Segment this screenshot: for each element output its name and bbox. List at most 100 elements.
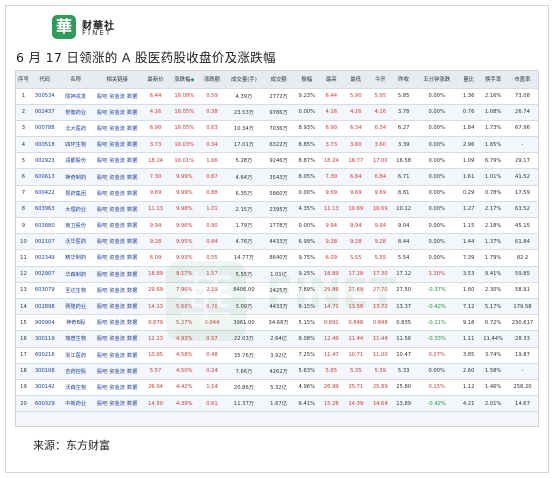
related-links-cell[interactable]: 股吧 资金流 数据 <box>92 217 142 235</box>
stock-code-cell[interactable]: 002349 <box>30 249 59 267</box>
stock-name-cell[interactable]: 赛隆药业 <box>58 298 93 316</box>
related-links-cell[interactable]: 股吧 资金流 数据 <box>92 298 142 316</box>
stock-code-cell[interactable]: 300534 <box>30 88 59 105</box>
stock-name-cell[interactable]: 中新药业 <box>58 395 93 413</box>
stock-code-cell[interactable]: 002437 <box>30 104 59 121</box>
stock-name-cell[interactable]: 华森制药 <box>58 266 93 283</box>
table-row[interactable]: 19 300142 沃森生物 股吧 资金流 数据 26.94 4.42% 1.14 20.86… <box>16 379 538 397</box>
related-links-cell[interactable]: 股吧 资金流 数据 <box>92 136 142 154</box>
stock-code-cell[interactable]: 000788 <box>30 120 59 138</box>
stock-code-cell[interactable]: 300119 <box>30 330 59 348</box>
stock-code-cell[interactable]: 300142 <box>30 379 59 397</box>
related-links-cell[interactable]: 股吧 资金流 数据 <box>92 330 142 348</box>
stock-code-cell[interactable]: 900904 <box>30 314 59 332</box>
stock-name-cell[interactable]: 沃华医药 <box>58 233 93 251</box>
table-row[interactable]: 17 600216 浙江医药 股吧 资金流 数据 10.95 4.58% 0.48 35.76… <box>16 347 538 364</box>
table-row[interactable]: 13 603079 圣达生物 股吧 资金流 数据 29.69 7.96% 2.19 8406.… <box>16 282 538 299</box>
stock-code-cell[interactable]: 002907 <box>30 266 59 283</box>
table-row[interactable]: 10 002107 沃华医药 股吧 资金流 数据 9.28 9.95% 0.84 4.76万 4… <box>16 233 538 251</box>
column-header[interactable]: 昨收 <box>391 71 416 89</box>
related-links-cell[interactable]: 股吧 资金流 数据 <box>92 168 142 186</box>
stock-name-cell[interactable]: 南卫股份 <box>58 217 93 235</box>
stock-code-cell[interactable]: 603880 <box>30 217 59 235</box>
stock-code-cell[interactable]: 603079 <box>30 282 59 299</box>
column-header[interactable]: 市盈率 <box>506 71 538 89</box>
table-row[interactable]: 6 600613 神奇制药 股吧 资金流 数据 7.30 9.99% 0.67 4.64万 35… <box>16 168 538 186</box>
column-header[interactable]: 换手率 <box>479 71 507 89</box>
related-links-cell[interactable]: 股吧 资金流 数据 <box>92 363 142 380</box>
stock-name-cell[interactable]: 誉衡药业 <box>58 104 93 121</box>
stock-code-cell[interactable]: 600329 <box>30 395 59 413</box>
related-links-cell[interactable]: 股吧 资金流 数据 <box>92 314 142 332</box>
table-row[interactable]: 12 002907 华森制药 股吧 资金流 数据 18.89 9.17% 1.57 5.55万… <box>16 266 538 283</box>
stock-name-cell[interactable]: 浙江医药 <box>58 347 93 364</box>
column-header[interactable]: 涨跌额 <box>199 71 225 89</box>
stock-name-cell[interactable]: 北大医药 <box>58 120 93 138</box>
related-links-cell[interactable]: 股吧 资金流 数据 <box>92 395 142 413</box>
stock-name-cell[interactable]: 润都股份 <box>58 152 93 170</box>
stock-name-cell[interactable]: 陇神戎发 <box>58 88 93 105</box>
stock-name-cell[interactable]: 神奇制药 <box>58 168 93 186</box>
stock-name-cell[interactable]: 四环生物 <box>58 136 93 154</box>
related-links-cell[interactable]: 股吧 资金流 数据 <box>92 88 142 105</box>
stock-code-cell[interactable]: 600216 <box>30 347 59 364</box>
stock-code-cell[interactable]: 600422 <box>30 185 59 202</box>
stock-code-cell[interactable]: 300108 <box>30 363 59 380</box>
table-row[interactable]: 20 600329 中新药业 股吧 资金流 数据 14.50 4.39% 0.61 11.37… <box>16 395 538 413</box>
stock-name-cell[interactable]: 神奇B股 <box>58 314 93 332</box>
stock-code-cell[interactable]: 002923 <box>30 152 59 170</box>
related-links-cell[interactable]: 股吧 资金流 数据 <box>92 233 142 251</box>
stock-name-cell[interactable]: 吉药控股 <box>58 363 93 380</box>
table-row[interactable]: 16 300119 瑞普生物 股吧 资金流 数据 12.13 4.93% 0.57 22.03… <box>16 330 538 348</box>
column-header[interactable]: 相关链接 <box>92 71 142 89</box>
column-header[interactable]: 最低 <box>342 71 369 89</box>
sort-desc-icon[interactable]: ◆ <box>190 77 194 83</box>
stock-name-cell[interactable]: 昆药集团 <box>58 185 93 202</box>
table-row[interactable]: 5 002923 润都股份 股吧 资金流 数据 18.24 10.01% 1.66 5.28万… <box>16 152 538 170</box>
column-header[interactable]: 成交额 <box>263 71 294 89</box>
related-links-cell[interactable]: 股吧 资金流 数据 <box>92 120 142 138</box>
stock-name-cell[interactable]: 大理药业 <box>58 201 93 219</box>
stock-code-cell[interactable]: 603963 <box>30 201 59 219</box>
table-row[interactable]: 15 900904 神奇B股 股吧 资金流 数据 0.879 5.27% 0.044 3961… <box>16 314 538 332</box>
stock-name-cell[interactable]: 精华制药 <box>58 249 93 267</box>
related-links-cell[interactable]: 股吧 资金流 数据 <box>92 347 142 364</box>
stock-code-cell[interactable]: 600613 <box>30 168 59 186</box>
related-links-cell[interactable]: 股吧 资金流 数据 <box>92 104 142 121</box>
related-links-cell[interactable]: 股吧 资金流 数据 <box>92 379 142 397</box>
related-links-cell[interactable]: 股吧 资金流 数据 <box>92 185 142 202</box>
stock-name-cell[interactable]: 瑞普生物 <box>58 330 93 348</box>
column-header[interactable]: 代码 <box>30 71 59 89</box>
table-row[interactable]: 14 002898 赛隆药业 股吧 资金流 数据 14.13 5.68% 0.76 3.09万… <box>16 298 538 316</box>
column-header[interactable]: 最高 <box>319 71 343 89</box>
column-header[interactable]: 振幅 <box>293 71 320 89</box>
table-row[interactable]: 7 600422 昆药集团 股吧 资金流 数据 9.69 9.99% 0.88 6.35万 58… <box>16 185 538 202</box>
table-row[interactable]: 2 002437 誉衡药业 股吧 资金流 数据 4.16 10.05% 0.38 23.53万… <box>16 104 538 121</box>
column-header[interactable]: 名称 <box>58 71 93 89</box>
related-links-cell[interactable]: 股吧 资金流 数据 <box>92 201 142 219</box>
stock-code-cell[interactable]: 000518 <box>30 136 59 154</box>
table-row[interactable]: 9 603880 南卫股份 股吧 资金流 数据 9.94 9.96% 0.90 1.79万 17… <box>16 217 538 235</box>
table-row[interactable]: 4 000518 四环生物 股吧 资金流 数据 3.73 10.03% 0.34 17.01万… <box>16 136 538 154</box>
column-header[interactable]: 今开 <box>368 71 392 89</box>
related-links-cell[interactable]: 股吧 资金流 数据 <box>92 152 142 170</box>
column-header[interactable]: 成交量(手) <box>224 71 264 89</box>
table-row[interactable]: 18 300108 吉药控股 股吧 资金流 数据 5.57 4.50% 0.24 7.66万 4… <box>16 363 538 380</box>
column-header[interactable]: 量比 <box>457 71 480 89</box>
table-row[interactable]: 11 002349 精华制药 股吧 资金流 数据 6.09 9.93% 0.55 14.77万… <box>16 249 538 267</box>
table-row[interactable]: 1 300534 陇神戎发 股吧 资金流 数据 6.44 10.09% 0.59 4.39万 2… <box>16 88 538 105</box>
column-header[interactable]: 涨跌幅◆ <box>169 71 200 89</box>
table-row[interactable]: 3 000788 北大医药 股吧 资金流 数据 6.90 10.05% 0.63 10.34万… <box>16 120 538 138</box>
related-links-cell[interactable]: 股吧 资金流 数据 <box>92 282 142 299</box>
table-row[interactable]: 8 603963 大理药业 股吧 资金流 数据 11.13 9.98% 1.01 2.15万 2… <box>16 201 538 219</box>
stock-code-cell[interactable]: 002107 <box>30 233 59 251</box>
column-header[interactable]: 最新价 <box>141 71 170 89</box>
column-header[interactable]: 序号 <box>16 71 31 89</box>
stock-name-cell[interactable]: 圣达生物 <box>58 282 93 299</box>
column-header[interactable]: 五分钟涨跌 <box>415 71 458 89</box>
high-price-cell: 5.65 <box>319 363 343 380</box>
stock-name-cell[interactable]: 沃森生物 <box>58 379 93 397</box>
stock-code-cell[interactable]: 002898 <box>30 298 59 316</box>
related-links-cell[interactable]: 股吧 资金流 数据 <box>92 249 142 267</box>
related-links-cell[interactable]: 股吧 资金流 数据 <box>92 266 142 283</box>
